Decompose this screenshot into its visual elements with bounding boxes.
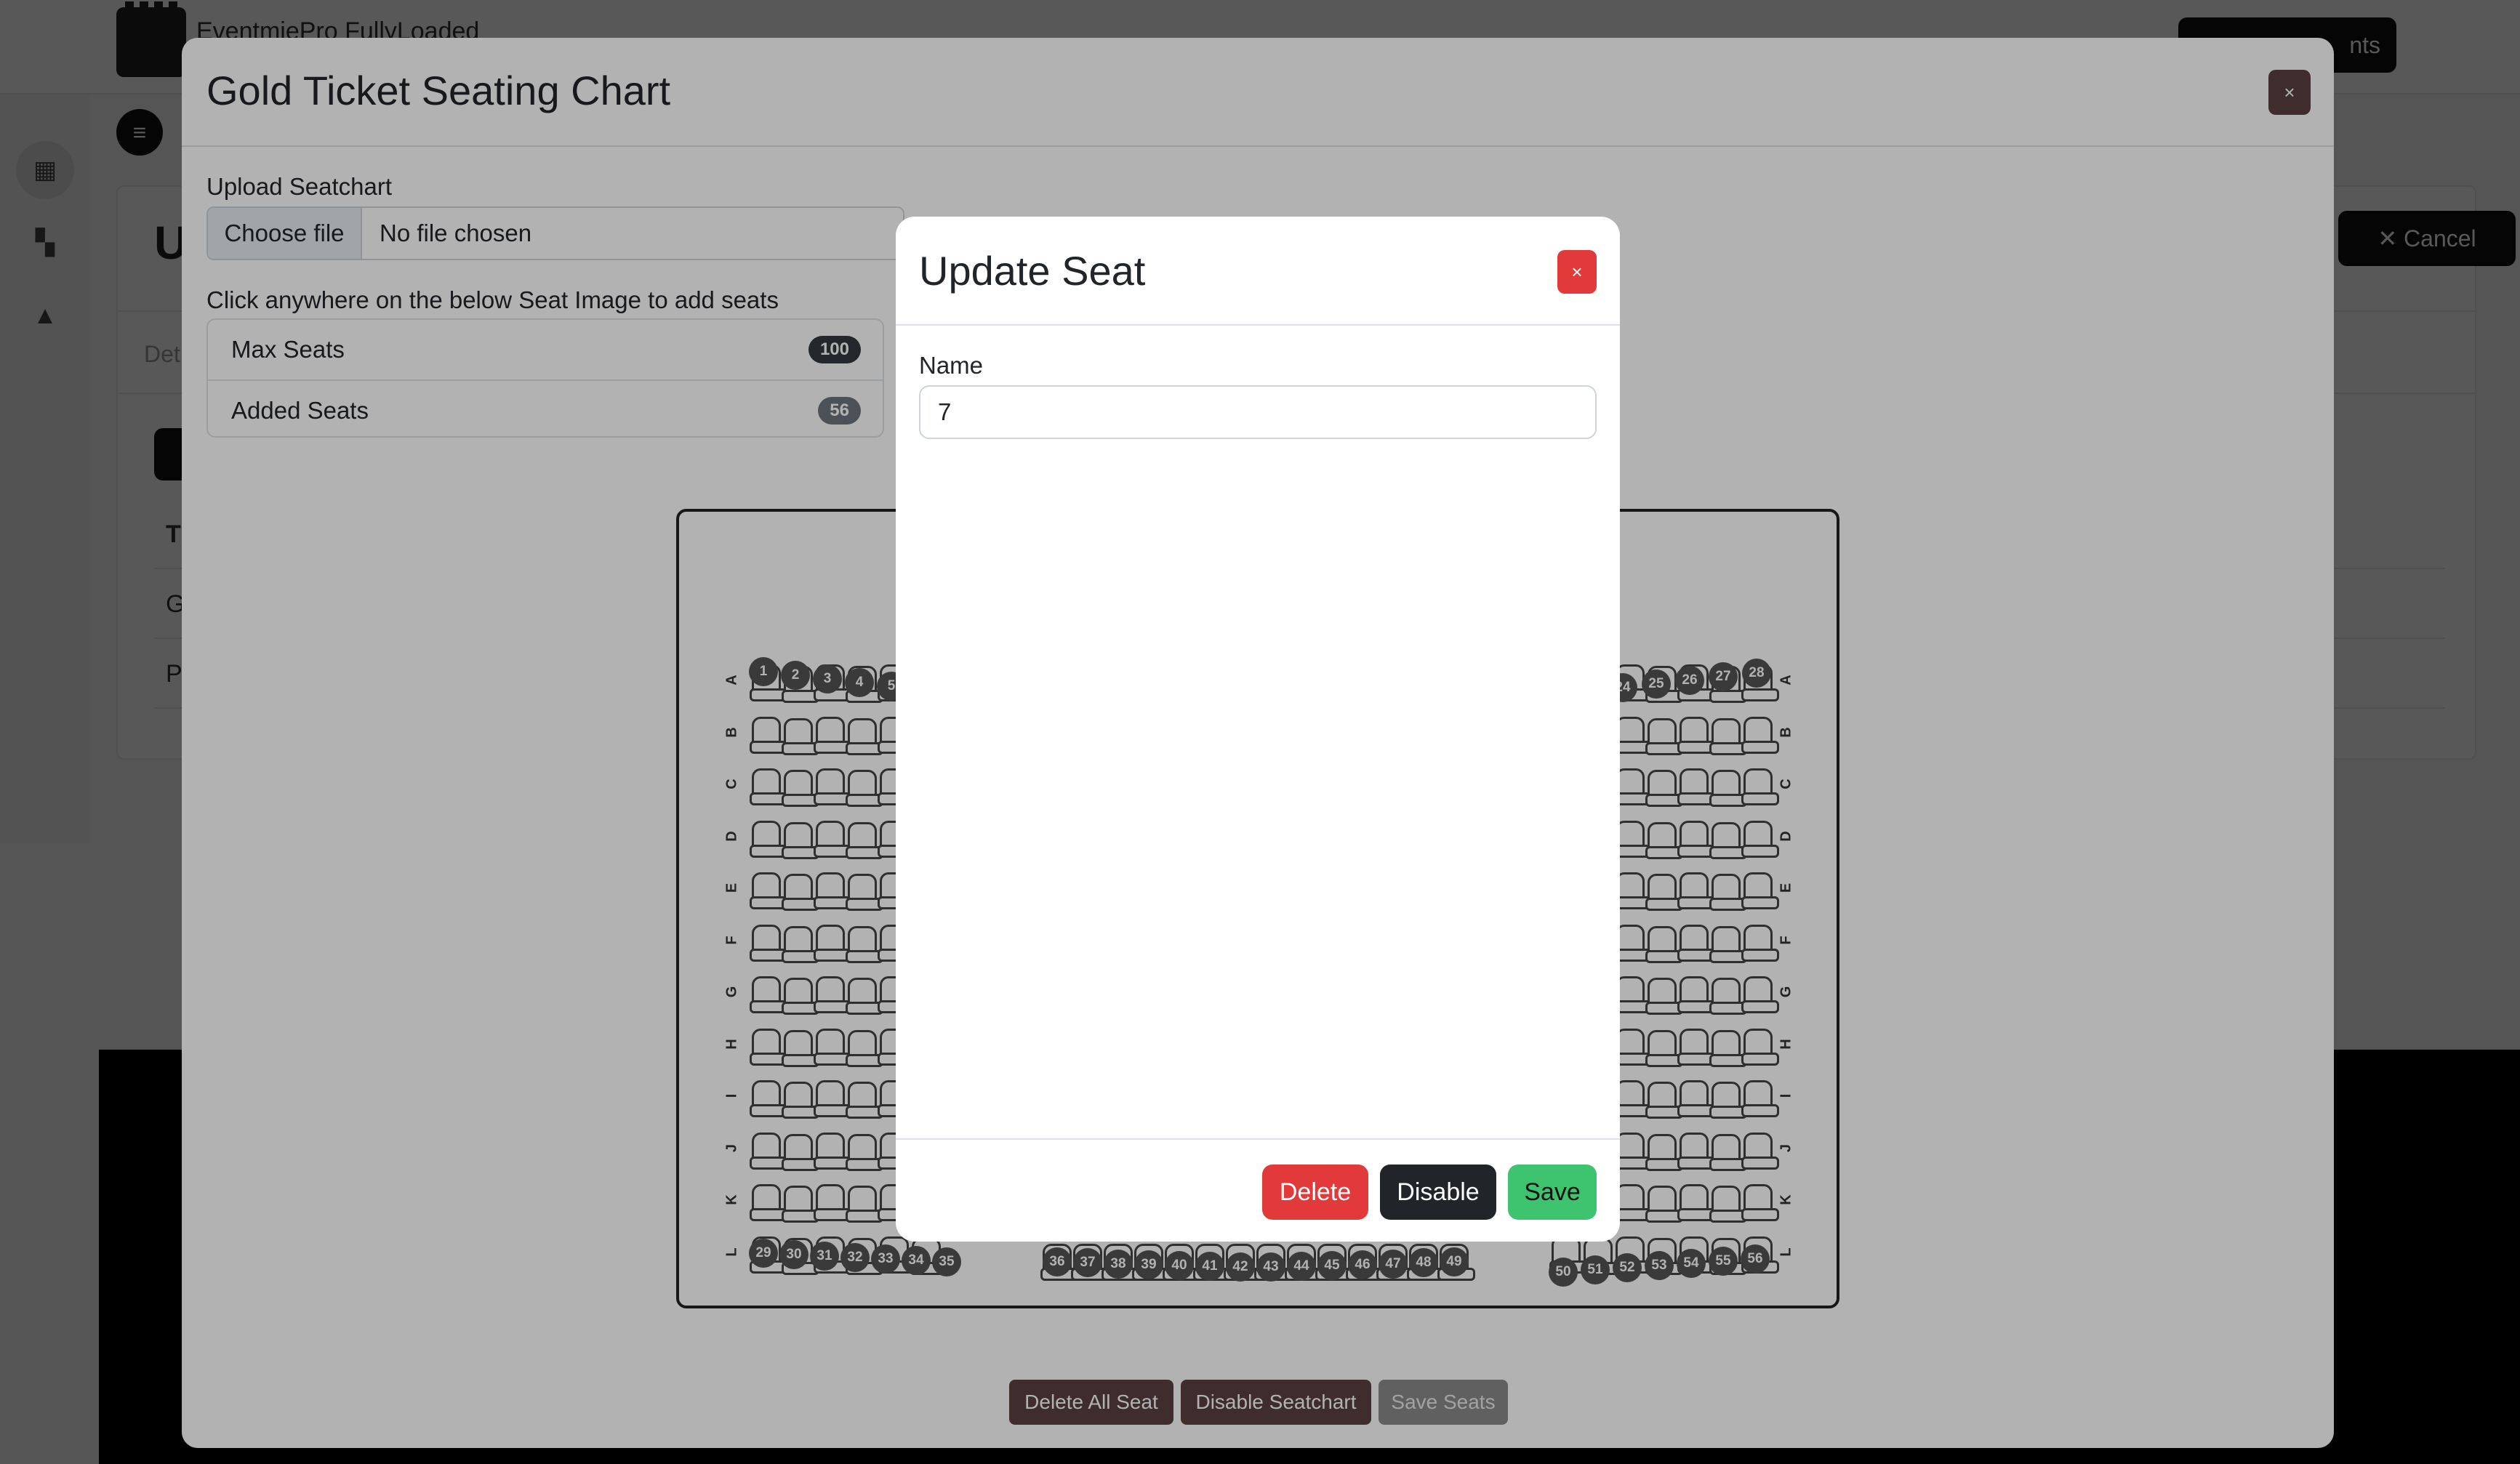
delete-seat-button[interactable]: Delete [1262, 1165, 1368, 1220]
update-seat-modal: Update Seat × Name Delete Disable Save [896, 217, 1620, 1242]
update-seat-title: Update Seat [919, 248, 1146, 294]
save-seat-button[interactable]: Save [1508, 1165, 1597, 1220]
update-seat-footer: Delete Disable Save [896, 1138, 1620, 1242]
disable-seat-button[interactable]: Disable [1380, 1165, 1496, 1220]
seat-name-label: Name [919, 352, 984, 379]
update-seat-close-button[interactable]: × [1557, 250, 1597, 294]
seat-name-input[interactable] [919, 385, 1597, 439]
update-seat-header: Update Seat × [896, 217, 1620, 326]
